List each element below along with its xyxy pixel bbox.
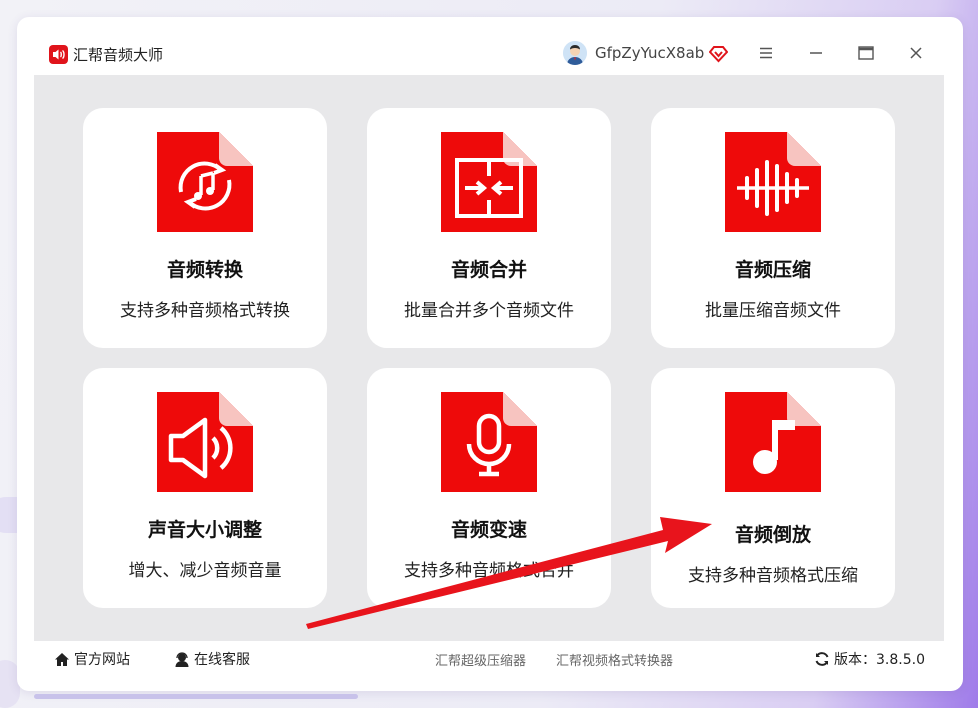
card-audio-compress[interactable]: 音频压缩 批量压缩音频文件 <box>651 108 895 348</box>
customer-service-icon <box>175 651 189 667</box>
menu-icon[interactable] <box>754 41 778 65</box>
official-website-label: 官方网站 <box>74 652 130 668</box>
volume-icon <box>157 392 253 492</box>
app-title: 汇帮音频大师 <box>73 46 164 64</box>
video-converter-link[interactable]: 汇帮视频格式转换器 <box>556 650 673 669</box>
window-shadow-accent <box>34 694 358 699</box>
card-title: 音频变速 <box>450 519 527 541</box>
audio-convert-icon <box>157 132 253 232</box>
card-description: 批量压缩音频文件 <box>705 301 841 321</box>
card-audio-convert[interactable]: 音频转换 支持多种音频格式转换 <box>83 108 327 348</box>
online-service-label: 在线客服 <box>194 652 250 668</box>
card-audio-reverse[interactable]: 音频倒放 支持多种音频格式压缩 <box>651 368 895 608</box>
app-logo-icon <box>49 45 68 64</box>
card-description: 增大、减少音频音量 <box>128 561 282 581</box>
card-title: 音频合并 <box>450 259 527 281</box>
card-audio-speed[interactable]: 音频变速 支持多种音频格式合并 <box>367 368 611 608</box>
card-audio-merge[interactable]: 音频合并 批量合并多个音频文件 <box>367 108 611 348</box>
feature-panel: 音频转换 支持多种音频格式转换 音频合并 批量合并多个音频文件 音频压缩 批量压… <box>34 75 944 641</box>
card-title: 音频压缩 <box>734 259 811 281</box>
user-avatar[interactable] <box>563 41 587 65</box>
version-label: 版本：3.8.5.0 <box>834 652 925 668</box>
username[interactable]: GfpZyYucX8ab <box>595 44 704 62</box>
card-title: 音频转换 <box>166 259 243 281</box>
minimize-icon[interactable] <box>804 41 828 65</box>
card-title: 声音大小调整 <box>147 519 262 541</box>
title-bar: 汇帮音频大师 GfpZyYucX8ab <box>17 17 963 75</box>
card-description: 支持多种音频格式合并 <box>404 561 574 581</box>
online-service-link[interactable]: 在线客服 <box>174 649 250 669</box>
app-window: 汇帮音频大师 GfpZyYucX8ab 音频转换 支持多种音频格式转换 音频合并… <box>17 17 963 691</box>
card-volume-adjust[interactable]: 声音大小调整 增大、减少音频音量 <box>83 368 327 608</box>
maximize-icon[interactable] <box>854 41 878 65</box>
card-description: 支持多种音频格式转换 <box>120 301 290 321</box>
vip-diamond-icon[interactable] <box>708 44 729 63</box>
official-website-link[interactable]: 官方网站 <box>54 649 130 669</box>
card-description: 批量合并多个音频文件 <box>404 301 574 321</box>
version-info[interactable]: 版本：3.8.5.0 <box>814 649 925 669</box>
audio-merge-icon <box>441 132 537 232</box>
home-icon <box>55 652 69 666</box>
status-bar: 官方网站 在线客服 汇帮超级压缩器 汇帮视频格式转换器 版本：3.8.5.0 <box>34 641 944 675</box>
card-description: 支持多种音频格式压缩 <box>688 566 858 586</box>
audio-compress-icon <box>725 132 821 232</box>
microphone-icon <box>441 392 537 492</box>
card-title: 音频倒放 <box>734 524 811 546</box>
super-compressor-link[interactable]: 汇帮超级压缩器 <box>435 650 526 669</box>
music-note-icon <box>725 392 821 492</box>
refresh-icon <box>815 652 829 666</box>
close-icon[interactable] <box>904 41 928 65</box>
